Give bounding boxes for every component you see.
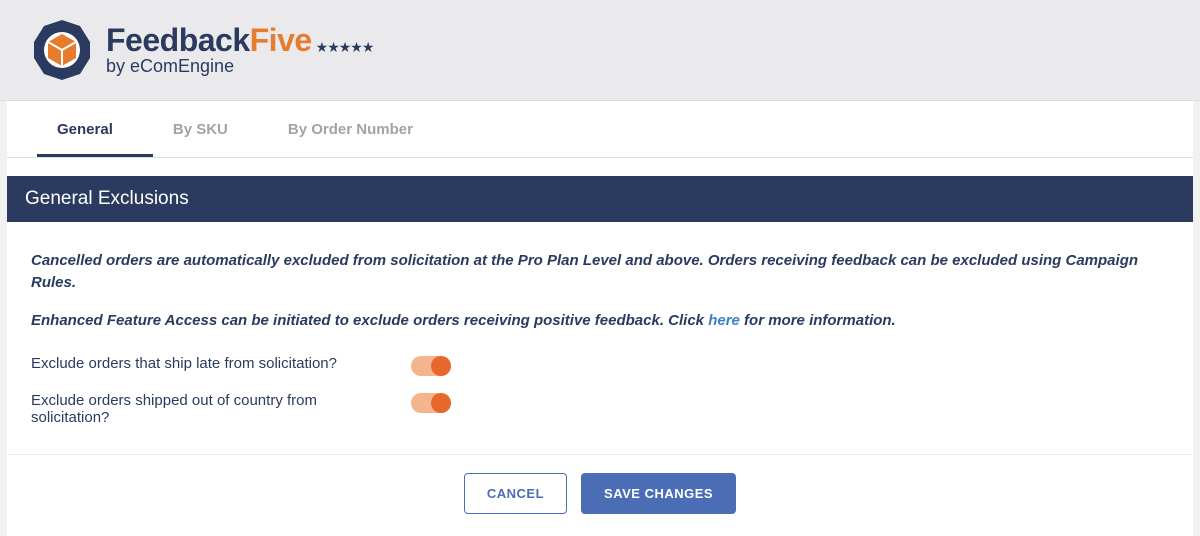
panel-body: Cancelled orders are automatically exclu…	[7, 222, 1193, 454]
action-bar: Cancel Save Changes	[7, 454, 1193, 536]
tab-by-sku[interactable]: By SKU	[153, 101, 268, 157]
setting-label: Exclude orders shipped out of country fr…	[31, 392, 391, 426]
panel-title: General Exclusions	[7, 176, 1193, 222]
brand-subtitle: by eComEngine	[106, 57, 373, 76]
setting-exclude-late-ship: Exclude orders that ship late from solic…	[31, 355, 1169, 376]
tab-general[interactable]: General	[37, 101, 153, 157]
brand-logo: FeedbackFive ★★★★★ by eComEngine	[30, 18, 1170, 82]
tab-by-order-number[interactable]: By Order Number	[268, 101, 453, 157]
app-header: FeedbackFive ★★★★★ by eComEngine	[0, 0, 1200, 101]
toggle-knob	[431, 356, 451, 376]
setting-label: Exclude orders that ship late from solic…	[31, 355, 391, 372]
toggle-exclude-out-of-country[interactable]	[411, 393, 451, 413]
info-link-here[interactable]: here	[708, 312, 740, 329]
toggle-exclude-late-ship[interactable]	[411, 356, 451, 376]
feedbackfive-gear-icon	[30, 18, 94, 82]
setting-exclude-out-of-country: Exclude orders shipped out of country fr…	[31, 392, 1169, 426]
brand-title: FeedbackFive	[106, 24, 312, 58]
star-rating-icon: ★★★★★	[316, 40, 374, 55]
info-paragraph-1: Cancelled orders are automatically exclu…	[31, 250, 1169, 294]
cancel-button[interactable]: Cancel	[464, 473, 567, 514]
info-paragraph-2: Enhanced Feature Access can be initiated…	[31, 310, 1169, 332]
settings-list: Exclude orders that ship late from solic…	[31, 355, 1169, 426]
save-button[interactable]: Save Changes	[581, 473, 736, 514]
tab-bar: General By SKU By Order Number	[7, 101, 1193, 158]
toggle-knob	[431, 393, 451, 413]
brand-text: FeedbackFive ★★★★★ by eComEngine	[106, 24, 373, 76]
